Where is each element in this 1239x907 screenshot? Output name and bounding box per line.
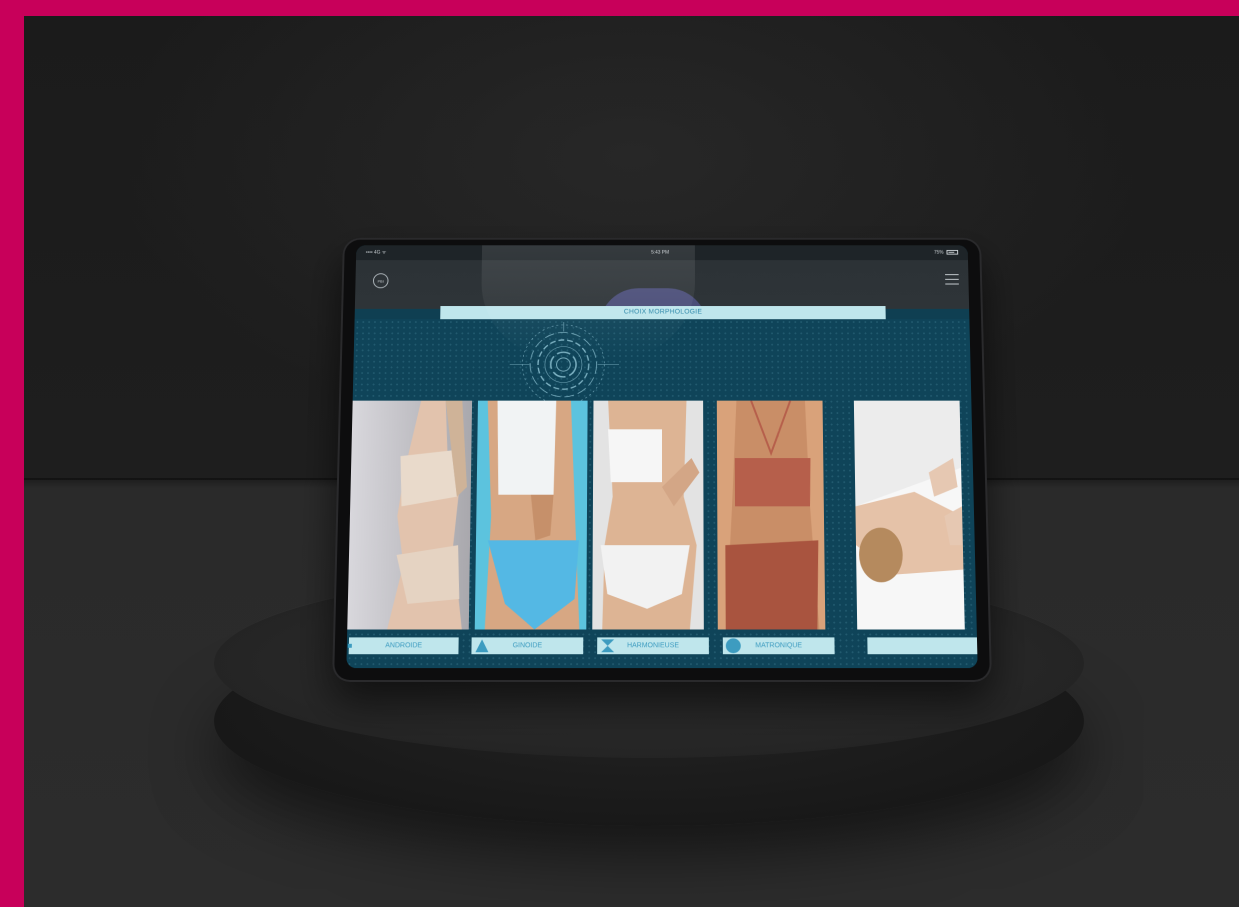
matronique-photo bbox=[716, 400, 826, 630]
battery-percent: 75% bbox=[933, 249, 944, 256]
label-ginoide[interactable]: GINOIDE bbox=[471, 637, 584, 655]
hourglass-icon bbox=[601, 639, 615, 653]
harmonieuse-photo bbox=[592, 400, 704, 630]
label-card-5[interactable] bbox=[867, 637, 978, 655]
hamburger-menu-icon[interactable] bbox=[945, 274, 959, 285]
massage-photo bbox=[853, 400, 965, 630]
morphology-cards bbox=[347, 400, 977, 630]
label-ginoide-text: GINOIDE bbox=[512, 642, 543, 650]
battery-icon bbox=[946, 250, 959, 255]
rectangle-icon bbox=[347, 643, 352, 648]
morphology-card-androide[interactable] bbox=[347, 400, 473, 630]
morphology-card-ginoide[interactable] bbox=[474, 400, 588, 630]
ginoide-photo bbox=[474, 400, 588, 630]
label-matronique[interactable]: MATRONIQUE bbox=[722, 637, 835, 655]
status-time: 5:43 PM bbox=[651, 249, 670, 256]
tablet-screen: •••• 4G ᯤ 5:43 PM 75% PBI CHOIX MORPHOLO… bbox=[346, 245, 978, 669]
morphology-card-5[interactable] bbox=[853, 400, 965, 630]
status-bar: •••• 4G ᯤ 5:43 PM 75% bbox=[356, 245, 968, 261]
label-androide[interactable]: ANDROIDE bbox=[347, 637, 459, 655]
page-title: CHOIX MORPHOLOGIE bbox=[440, 306, 886, 320]
app-logo[interactable]: PBI bbox=[372, 273, 389, 289]
status-battery: 75% bbox=[933, 249, 959, 256]
morphology-card-harmonieuse[interactable] bbox=[592, 400, 704, 630]
app-logo-text: PBI bbox=[377, 278, 384, 284]
hud-target-icon bbox=[499, 322, 627, 407]
tablet-device: •••• 4G ᯤ 5:43 PM 75% PBI CHOIX MORPHOLO… bbox=[332, 237, 992, 683]
product-scene: •••• 4G ᯤ 5:43 PM 75% PBI CHOIX MORPHOLO… bbox=[24, 16, 1239, 907]
label-harmonieuse[interactable]: HARMONIEUSE bbox=[597, 637, 709, 655]
label-matronique-text: MATRONIQUE bbox=[755, 642, 803, 650]
status-signal: •••• 4G ᯤ bbox=[365, 249, 387, 256]
triangle-icon bbox=[475, 639, 489, 653]
morphology-labels: ANDROIDE GINOIDE HARMONIEUSE MATRONIQUE bbox=[347, 637, 978, 655]
androide-photo bbox=[347, 400, 473, 630]
morphology-card-matronique[interactable] bbox=[716, 400, 826, 630]
label-androide-text: ANDROIDE bbox=[385, 642, 423, 650]
label-harmonieuse-text: HARMONIEUSE bbox=[627, 642, 680, 650]
circle-icon bbox=[725, 638, 741, 654]
